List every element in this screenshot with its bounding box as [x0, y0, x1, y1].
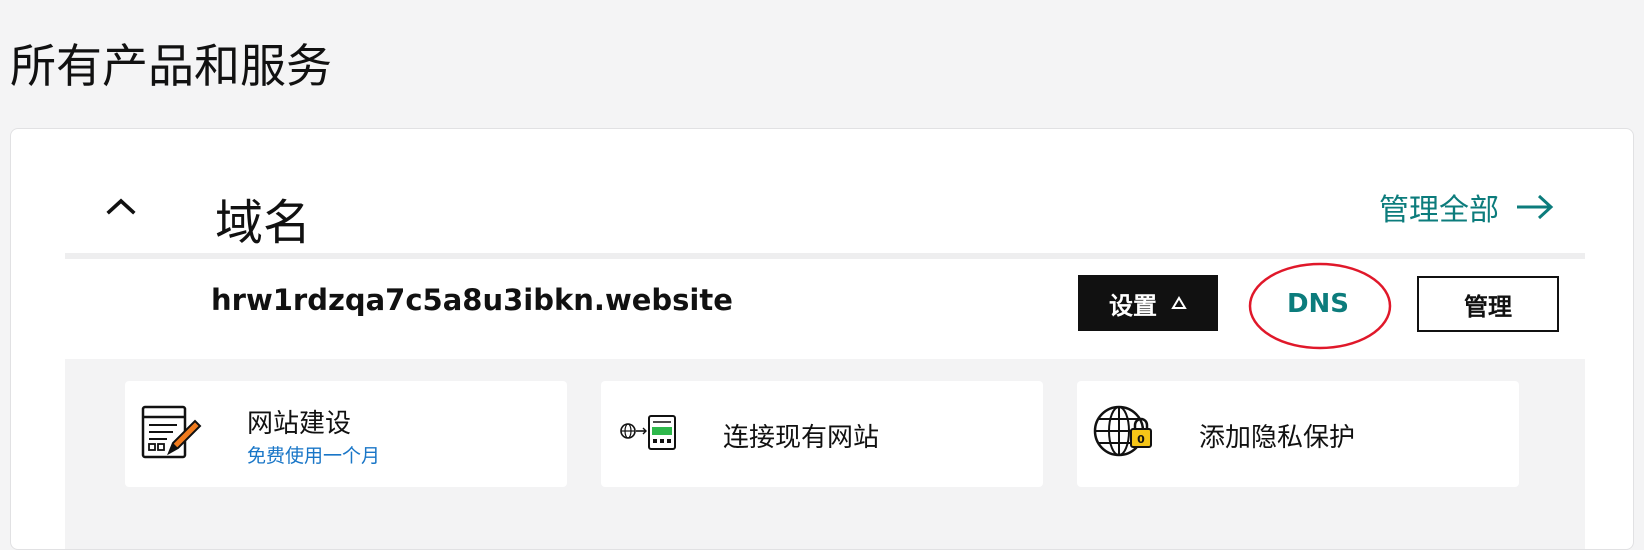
tile-label: 添加隐私保护 — [1199, 423, 1356, 453]
dns-label: DNS — [1286, 289, 1350, 319]
svg-text:0: 0 — [1137, 433, 1145, 446]
tile-connect-website[interactable]: 连接现有网站 — [601, 381, 1043, 487]
connect-website-icon — [620, 415, 676, 450]
website-builder-icon — [141, 405, 202, 459]
section-title: 域名 — [215, 195, 312, 251]
arrow-right-icon — [1517, 194, 1554, 220]
page-title: 所有产品和服务 — [10, 39, 332, 93]
tile-subtitle: 免费使用一个月 — [247, 445, 381, 467]
manage-all-link[interactable]: 管理全部 — [1379, 185, 1555, 229]
collapse-button[interactable] — [99, 185, 143, 229]
upsell-tiles-area: 网站建设 免费使用一个月 连接现有网站 0 添加隐私保护 — [65, 359, 1585, 549]
settings-button[interactable]: 设置 — [1078, 275, 1218, 331]
tile-privacy-protection[interactable]: 0 添加隐私保护 — [1077, 381, 1519, 487]
chevron-up-icon — [106, 198, 136, 215]
manage-button[interactable]: 管理 — [1417, 276, 1559, 332]
domains-section-header: 域名 管理全部 — [65, 129, 1585, 253]
triangle-up-icon — [1171, 296, 1187, 309]
tile-website-builder[interactable]: 网站建设 免费使用一个月 — [125, 381, 567, 487]
domain-row: hrw1rdzqa7c5a8u3ibkn.website 设置 DNS 管理 — [65, 259, 1585, 359]
settings-label: 设置 — [1109, 291, 1157, 320]
dns-link[interactable]: DNS — [1247, 261, 1389, 347]
domain-name: hrw1rdzqa7c5a8u3ibkn.website — [211, 283, 733, 317]
manage-all-label: 管理全部 — [1379, 193, 1499, 228]
privacy-lock-globe-icon: 0 — [1093, 405, 1152, 457]
manage-label: 管理 — [1464, 292, 1512, 321]
tile-label: 网站建设 — [247, 409, 352, 439]
tile-label: 连接现有网站 — [723, 423, 880, 453]
domains-card: 域名 管理全部 hrw1rdzqa7c5a8u3ibkn.website 设置 … — [10, 128, 1634, 550]
